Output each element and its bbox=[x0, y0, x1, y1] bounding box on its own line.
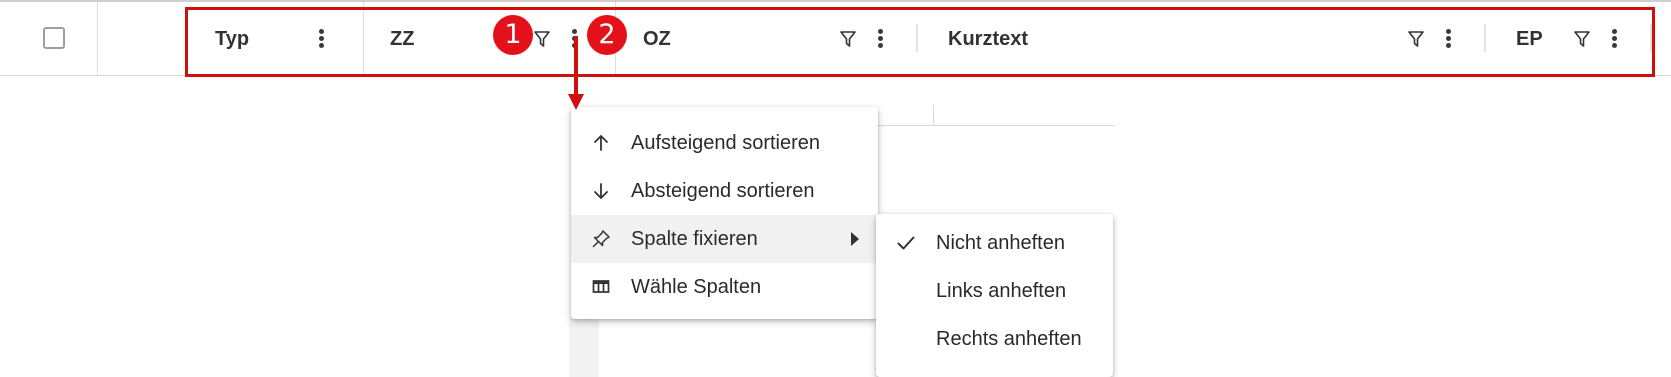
header-highlight-box bbox=[185, 7, 1655, 77]
annotation-arrow bbox=[574, 36, 578, 96]
menu-item-pin-column[interactable]: Spalte fixieren bbox=[571, 215, 878, 263]
annotation-arrow-head bbox=[568, 94, 584, 110]
grid-line bbox=[933, 105, 934, 125]
grid-background bbox=[569, 318, 599, 377]
menu-item-label: Wähle Spalten bbox=[631, 276, 762, 298]
menu-item-sort-ascending[interactable]: Aufsteigend sortieren bbox=[571, 119, 878, 167]
submenu-item-label: Rechts anheften bbox=[936, 328, 1082, 350]
chevron-right-icon bbox=[851, 232, 859, 246]
check-icon bbox=[897, 236, 915, 250]
arrow-down-icon bbox=[594, 183, 608, 199]
pin-submenu: Nicht anheften Links anheften Rechts anh… bbox=[876, 214, 1113, 377]
submenu-item-label: Links anheften bbox=[936, 280, 1067, 302]
columns-icon bbox=[592, 280, 610, 293]
menu-item-choose-columns[interactable]: Wähle Spalten bbox=[571, 263, 878, 311]
submenu-item-no-pin[interactable]: Nicht anheften bbox=[876, 219, 1113, 267]
pin-icon bbox=[592, 230, 610, 248]
annotation-badge-1: 1 bbox=[493, 15, 533, 55]
submenu-item-label: Nicht anheften bbox=[936, 232, 1065, 254]
arrow-up-icon bbox=[594, 135, 608, 151]
menu-item-sort-descending[interactable]: Absteigend sortieren bbox=[571, 167, 878, 215]
submenu-item-pin-left[interactable]: Links anheften bbox=[876, 267, 1113, 315]
menu-item-label: Absteigend sortieren bbox=[631, 180, 815, 202]
column-menu: Aufsteigend sortieren Absteigend sortier… bbox=[571, 107, 878, 319]
select-all-checkbox[interactable] bbox=[43, 27, 65, 49]
submenu-item-pin-right[interactable]: Rechts anheften bbox=[876, 315, 1113, 363]
annotation-badge-2: 2 bbox=[587, 15, 627, 55]
column-divider bbox=[97, 2, 98, 75]
menu-item-label: Aufsteigend sortieren bbox=[631, 132, 821, 154]
menu-item-label: Spalte fixieren bbox=[631, 228, 758, 250]
